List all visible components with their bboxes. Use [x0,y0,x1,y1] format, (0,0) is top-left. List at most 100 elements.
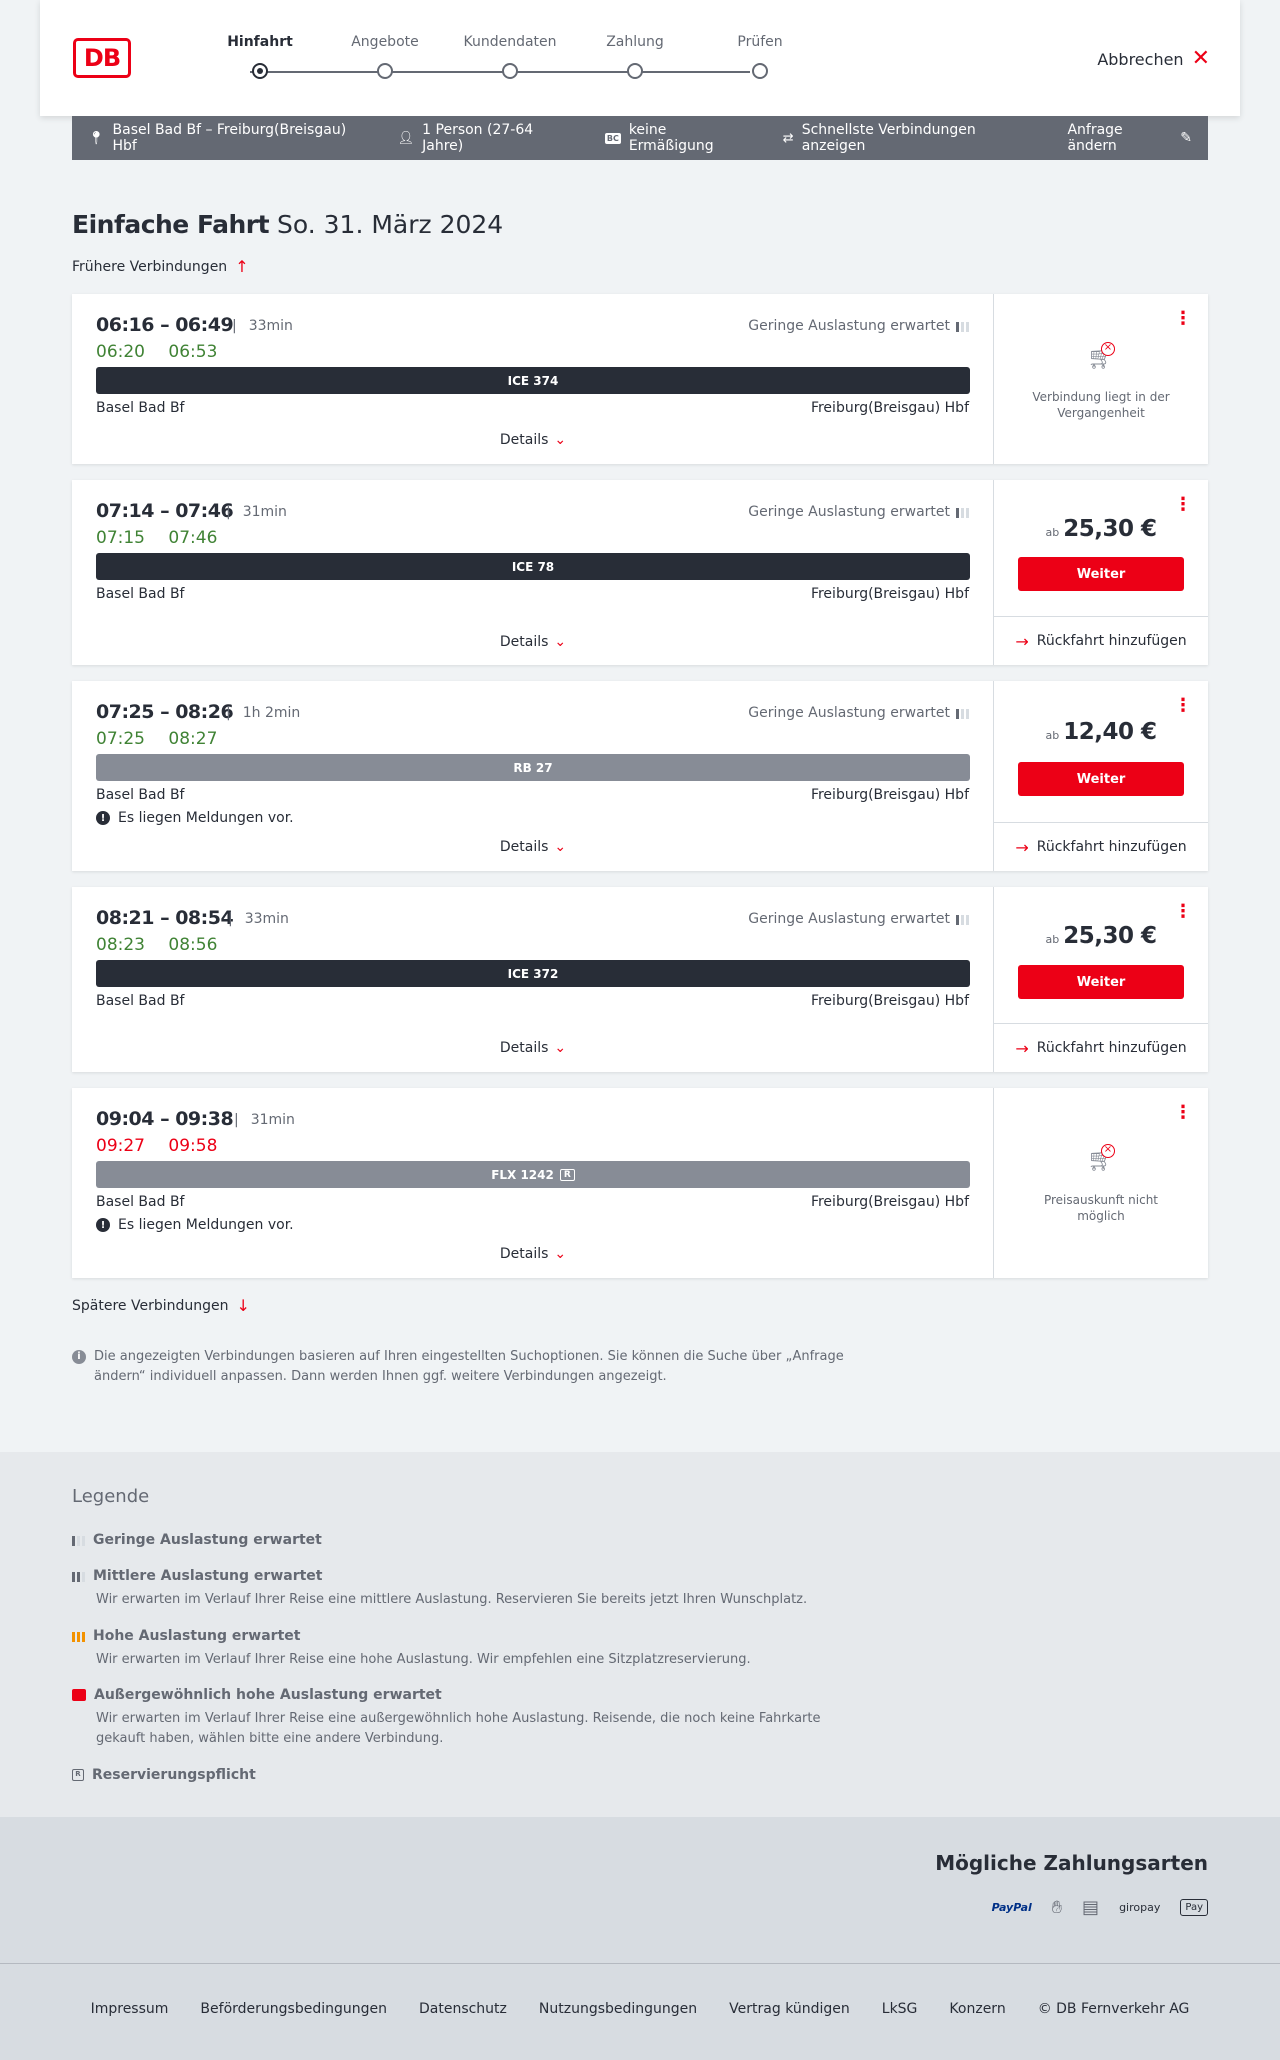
connection-info: 06:16 – 06:49 33min 06:20 06:53 Geringe … [72,294,994,464]
cancel-button[interactable]: Abbrechen ✕ [1097,48,1210,70]
footer-link-lksg[interactable]: LkSG [882,2001,918,2017]
departure-station: Basel Bad Bf [96,400,185,416]
chevron-down-icon: ⌄ [554,432,567,448]
details-toggle[interactable]: Details ⌄ [72,839,994,855]
step-label: Angebote [351,34,419,50]
step-zahlung: Zahlung [575,34,695,79]
db-logo[interactable]: DB [73,38,131,78]
payment-methods-section: Mögliche Zahlungsarten PayPal ✋︎ ▤ girop… [0,1817,1280,1963]
more-options-icon[interactable]: ⋮ [1174,695,1192,716]
legend-item-title: Geringe Auslastung erwartet [93,1532,322,1548]
duration: 33min [228,911,289,927]
chevron-down-icon: ⌄ [554,1246,567,1262]
details-toggle[interactable]: Details ⌄ [72,1246,994,1262]
offer-panel: ⋮ ab 25,30 € Weiter → Rückfahrt hinzufügen [994,480,1208,665]
train-name: RB 27 [513,760,553,775]
price-value: 12,40 € [1063,719,1157,745]
legend-item-very-high: Außergewöhnlich hohe Auslastung erwartet… [72,1687,856,1749]
arrow-down-icon: ↓ [236,1296,250,1315]
add-return-label: Rückfahrt hinzufügen [1036,633,1187,649]
apple-pay-icon: Pay [1180,1899,1208,1916]
bahncard-icon: BC [604,132,621,144]
footer-link-impressum[interactable]: Impressum [91,2001,169,2017]
later-label: Spätere Verbindungen [72,1297,229,1314]
alert-icon: ! [96,1218,110,1232]
step-label: Hinfahrt [227,34,293,50]
earlier-connections-link[interactable]: Frühere Verbindungen ↑ [72,257,249,276]
arrival-station: Freiburg(Breisgau) Hbf [810,400,969,416]
add-return-button[interactable]: → Rückfahrt hinzufügen [994,616,1208,665]
arrow-up-icon: ↑ [235,257,249,276]
chevron-down-icon: ⌄ [554,839,567,855]
later-connections-link[interactable]: Spätere Verbindungen ↓ [72,1296,250,1315]
notice-message: ! Es liegen Meldungen vor. [96,810,294,826]
occupancy-text: Geringe Auslastung erwartet [748,705,950,721]
apple-pay-label: Pay [1185,1902,1203,1913]
route-text: Basel Bad Bf – Freiburg(Breisgau) Hbf [112,122,347,154]
details-toggle[interactable]: Details ⌄ [72,432,994,448]
train-bar[interactable]: ICE 372 [96,960,970,987]
continue-button[interactable]: Weiter [1018,762,1184,796]
arrow-right-icon: → [1015,837,1029,857]
occupancy-indicator: Geringe Auslastung erwartet [748,705,969,721]
footer-link-befoerderungsbedingungen[interactable]: Beförderungsbedingungen [200,2001,387,2017]
continue-button[interactable]: Weiter [1018,557,1184,591]
trip-date: So. 31. März 2024 [277,210,504,239]
connection-info: 07:25 – 08:26 1h 2min 07:25 08:27 Gering… [72,681,994,871]
price-prefix: ab [1045,729,1060,742]
details-toggle[interactable]: Details ⌄ [72,634,994,650]
planned-times: 08:21 – 08:54 [96,907,234,929]
add-return-button[interactable]: → Rückfahrt hinzufügen [994,1023,1208,1072]
offer-panel: ⋮ 🛒︎ Verbindung liegt in der Vergangenhe… [994,294,1208,464]
offer-panel: ⋮ 🛒︎ Preisauskunft nicht möglich [994,1088,1208,1278]
train-bar[interactable]: ICE 78 [96,553,970,580]
add-return-button[interactable]: → Rückfahrt hinzufügen [994,822,1208,871]
details-toggle[interactable]: Details ⌄ [72,1040,994,1056]
departure-station: Basel Bad Bf [96,993,185,1009]
step-label: Kundendaten [463,34,557,50]
giropay-icon: giropay [1119,1901,1161,1914]
payment-icons: PayPal ✋︎ ▤ giropay Pay [992,1897,1208,1918]
change-request-button[interactable]: Anfrage ändern ✎ [1067,122,1192,154]
departure-station: Basel Bad Bf [96,586,185,602]
continue-button[interactable]: Weiter [1018,965,1184,999]
credit-card-hand-icon: ✋︎ [1051,1897,1063,1918]
step-dot [502,63,518,79]
header: DB Hinfahrt Angebote Kundendaten Zahlung… [40,0,1240,116]
occupancy-very-high-icon [72,1689,86,1701]
train-bar[interactable]: ICE 374 [96,367,970,394]
price-prefix: ab [1045,933,1060,946]
cancel-label: Abbrechen [1097,49,1184,69]
more-options-icon[interactable]: ⋮ [1174,1102,1192,1123]
train-bar[interactable]: FLX 1242 R [96,1161,970,1188]
more-options-icon[interactable]: ⋮ [1174,308,1192,329]
departure-station: Basel Bad Bf [96,1194,185,1210]
planned-times: 09:04 – 09:38 [96,1108,234,1130]
duration: 31min [226,504,287,520]
details-label: Details [499,1040,549,1056]
search-travellers: 👤︎ 1 Person (27-64 Jahre) [398,122,573,154]
more-options-icon[interactable]: ⋮ [1174,494,1192,515]
footer-link-datenschutz[interactable]: Datenschutz [419,2001,507,2017]
chevron-down-icon: ⌄ [554,1040,567,1056]
more-options-icon[interactable]: ⋮ [1174,901,1192,922]
planned-times: 07:14 – 07:46 [96,500,234,522]
occupancy-indicator: Geringe Auslastung erwartet [748,318,969,334]
step-dot [377,63,393,79]
connection-info: 08:21 – 08:54 33min 08:23 08:56 Geringe … [72,887,994,1072]
footer-link-konzern[interactable]: Konzern [949,2001,1005,2017]
footer-link-vertrag-kuendigen[interactable]: Vertrag kündigen [729,2001,850,2017]
change-request-label: Anfrage ändern [1067,122,1123,154]
details-label: Details [499,432,549,448]
arrow-right-icon: → [1015,631,1029,651]
add-return-label: Rückfahrt hinzufügen [1036,839,1187,855]
step-label: Zahlung [606,34,664,50]
chevron-down-icon: ⌄ [554,634,567,650]
price-value: 25,30 € [1063,516,1157,542]
trip-type: Einfache Fahrt [72,210,270,239]
train-bar[interactable]: RB 27 [96,754,970,781]
footer-link-nutzungsbedingungen[interactable]: Nutzungsbedingungen [539,2001,697,2017]
duration: 31min [234,1112,295,1128]
occupancy-medium-icon [72,1570,85,1582]
occupancy-text: Geringe Auslastung erwartet [748,504,950,520]
